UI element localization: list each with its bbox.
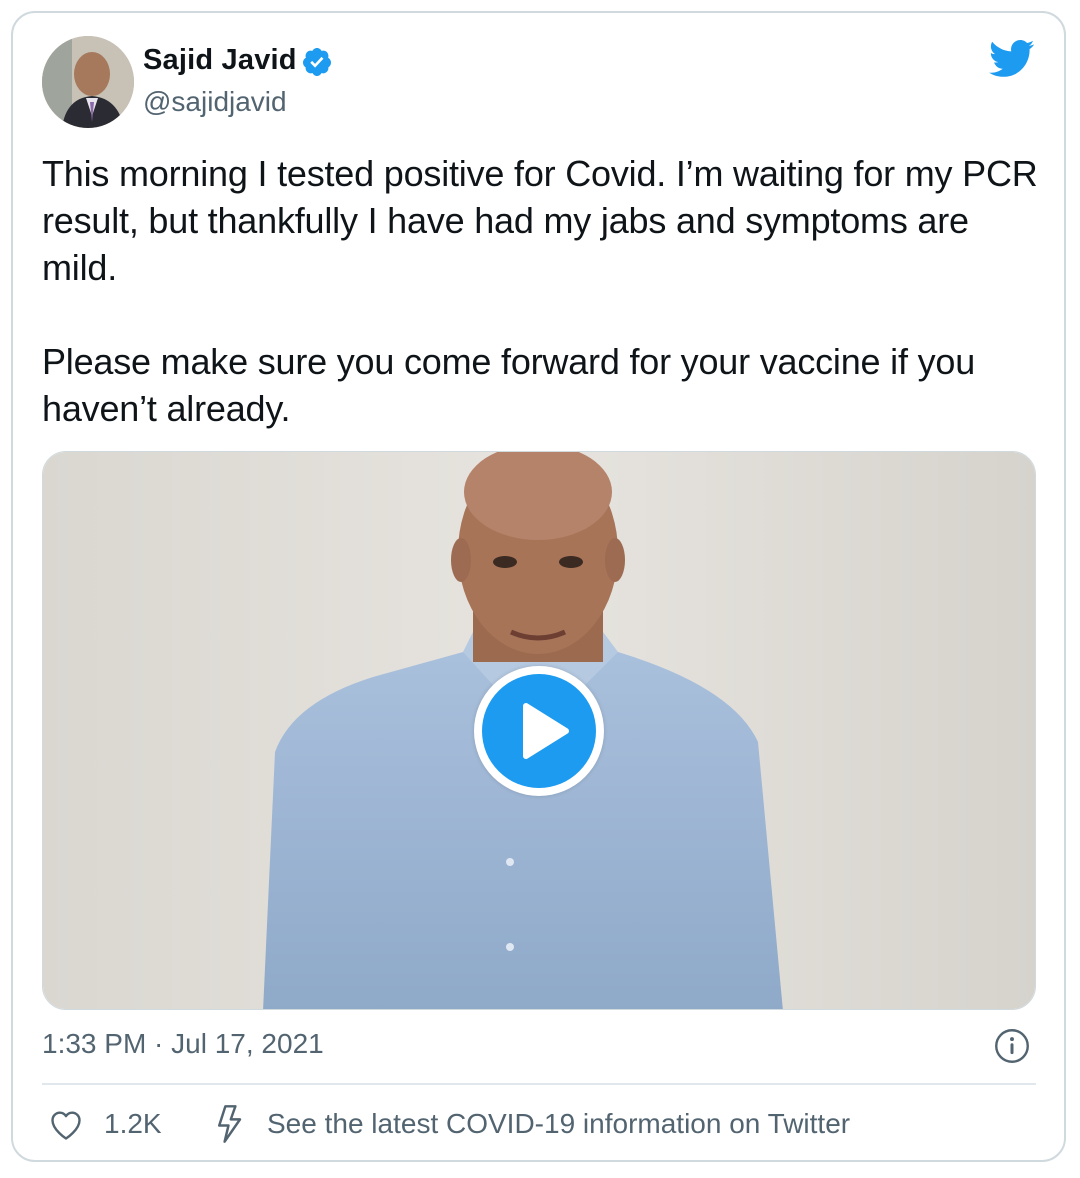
tweet-timestamp[interactable]: 1:33 PM · Jul 17, 2021 <box>42 1028 324 1060</box>
avatar-photo <box>42 36 134 128</box>
avatar[interactable] <box>42 36 134 128</box>
play-icon <box>523 703 569 759</box>
lightning-bolt-icon <box>218 1105 242 1143</box>
author-name[interactable]: Sajid Javid <box>143 44 297 77</box>
like-count[interactable]: 1.2K <box>104 1108 162 1140</box>
verified-badge-icon <box>303 48 331 76</box>
twitter-bird-icon[interactable] <box>989 39 1035 79</box>
tweet-text: This morning I tested positive for Covid… <box>42 153 1038 429</box>
play-button[interactable] <box>474 666 604 796</box>
author-handle[interactable]: @sajidjavid <box>143 86 287 118</box>
covid-info-link[interactable]: See the latest COVID-19 information on T… <box>267 1108 850 1140</box>
divider <box>42 1083 1036 1085</box>
heart-icon[interactable] <box>48 1107 84 1143</box>
info-icon[interactable] <box>994 1028 1030 1064</box>
